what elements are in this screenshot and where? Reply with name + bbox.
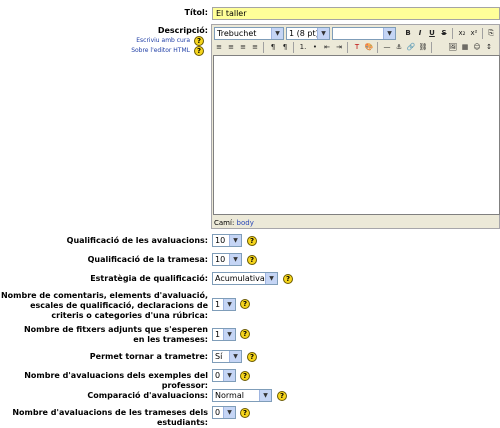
rtl-icon[interactable]: ¶ [280,42,290,52]
chevron-down-icon: ▼ [223,299,235,310]
toolbar-divider [452,28,453,39]
toolbar-divider [293,42,294,53]
html-editor-help-link[interactable]: Sobre l'editor HTML [131,47,190,54]
subscript-button[interactable]: x₂ [457,28,467,38]
assessment-grade-select[interactable]: 10 ▼ [212,234,242,247]
font-size-select[interactable]: 1 (8 pt) ▼ [286,27,330,40]
comparison-select[interactable]: Normal ▼ [212,389,272,402]
student-submissions-label: Nombre d'avaluacions de les trameses del… [12,408,208,427]
resubmit-label: Permet tornar a trametre: [89,352,208,361]
chevron-down-icon: ▼ [229,351,241,362]
path-body-link[interactable]: body [237,219,254,227]
background-color-icon[interactable]: 🎨 [364,42,374,52]
help-icon[interactable]: ? [240,329,250,339]
copy-icon[interactable]: ⎘ [486,28,496,38]
student-submissions-select[interactable]: 0 ▼ [212,406,236,419]
chevron-down-icon: ▼ [259,390,271,401]
select-value: 10 [215,255,226,264]
select-value: Sí [215,352,223,361]
italic-button[interactable]: I [415,28,425,38]
title-input[interactable]: El taller [212,7,500,20]
align-right-icon[interactable]: ≡ [238,42,248,52]
help-icon[interactable]: ? [240,408,250,418]
write-carefully-link[interactable]: Escriviu amb cura [136,37,190,44]
chevron-down-icon: ▼ [229,235,241,246]
anchor-icon[interactable]: ⚓ [394,42,404,52]
toolbar-divider [431,42,432,53]
editor-path: Camí: body [214,219,254,227]
strike-button[interactable]: S [439,28,449,38]
font-family-select[interactable]: Trebuchet ▼ [214,27,284,40]
unlink-icon[interactable]: ⛓ [418,42,428,52]
chevron-down-icon: ▼ [229,254,241,265]
font-size-value: 1 (8 pt) [289,29,319,38]
toolbar-divider [347,42,348,53]
smiley-icon[interactable]: ☺ [472,42,482,52]
select-value: 10 [215,236,226,245]
paragraph-select[interactable]: ▼ [332,27,396,40]
toolbar-divider [263,42,264,53]
assessment-grade-label: Qualificació de les avaluacions: [66,236,208,245]
elements-count-select[interactable]: 1 ▼ [212,298,236,311]
chevron-down-icon: ▼ [223,407,235,418]
superscript-button[interactable]: x² [469,28,479,38]
help-icon[interactable]: ? [194,36,204,46]
help-icon[interactable]: ? [277,391,287,401]
help-icon[interactable]: ? [247,236,257,246]
align-center-icon[interactable]: ≡ [226,42,236,52]
align-left-icon[interactable]: ≡ [214,42,224,52]
description-label: Descripció: [157,26,208,35]
attachments-count-select[interactable]: 1 ▼ [212,328,236,341]
teacher-examples-label: Nombre d'avaluacions dels exemples del p… [24,371,208,390]
chevron-down-icon: ▼ [271,28,283,39]
chevron-down-icon: ▼ [223,370,235,381]
help-icon[interactable]: ? [194,46,204,56]
help-icon[interactable]: ? [283,274,293,284]
grading-strategy-select[interactable]: Acumulativa ▼ [212,272,278,285]
outdent-icon[interactable]: ⇤ [322,42,332,52]
path-label: Camí: [214,219,235,227]
submission-grade-label: Qualificació de la tramesa: [87,255,208,264]
select-value: Normal [215,391,244,400]
horizontal-rule-icon[interactable]: — [382,42,392,52]
link-icon[interactable]: 🔗 [406,42,416,52]
chevron-down-icon: ▼ [223,329,235,340]
select-value: Acumulativa [215,274,265,283]
text-color-icon[interactable]: T [352,42,362,52]
indent-icon[interactable]: ⇥ [334,42,344,52]
select-value: 1 [215,300,221,309]
resize-icon[interactable]: ↕ [484,42,494,52]
align-justify-icon[interactable]: ≡ [250,42,260,52]
help-icon[interactable]: ? [247,352,257,362]
toolbar-divider [377,42,378,53]
title-label: Títol: [184,8,208,17]
submission-grade-select[interactable]: 10 ▼ [212,253,242,266]
font-family-value: Trebuchet [217,29,257,38]
attachments-count-label: Nombre de fitxers adjunts que s'esperen … [23,325,208,344]
select-value: 1 [215,330,221,339]
unordered-list-icon[interactable]: • [310,42,320,52]
image-icon[interactable]: 🖼 [448,42,458,52]
ordered-list-icon[interactable]: 1. [298,42,308,52]
toolbar-divider [482,28,483,39]
help-icon[interactable]: ? [240,299,250,309]
underline-button[interactable]: U [427,28,437,38]
select-value: 0 [215,408,221,417]
comparison-label: Comparació d'avaluacions: [87,391,208,400]
chevron-down-icon: ▼ [265,273,277,284]
select-value: 0 [215,371,221,380]
chevron-down-icon: ▼ [317,28,329,39]
teacher-examples-select[interactable]: 0 ▼ [212,369,236,382]
help-icon[interactable]: ? [247,255,257,265]
table-icon[interactable]: ▦ [460,42,470,52]
elements-count-label: Nombre de comentaris, elements d'avaluac… [0,291,208,320]
help-icon[interactable]: ? [240,371,250,381]
resubmit-select[interactable]: Sí ▼ [212,350,242,363]
chevron-down-icon: ▼ [383,28,395,39]
bold-button[interactable]: B [403,28,413,38]
ltr-icon[interactable]: ¶ [268,42,278,52]
description-edit-area[interactable] [213,55,500,215]
grading-strategy-label: Estratègia de qualificació: [90,274,208,283]
